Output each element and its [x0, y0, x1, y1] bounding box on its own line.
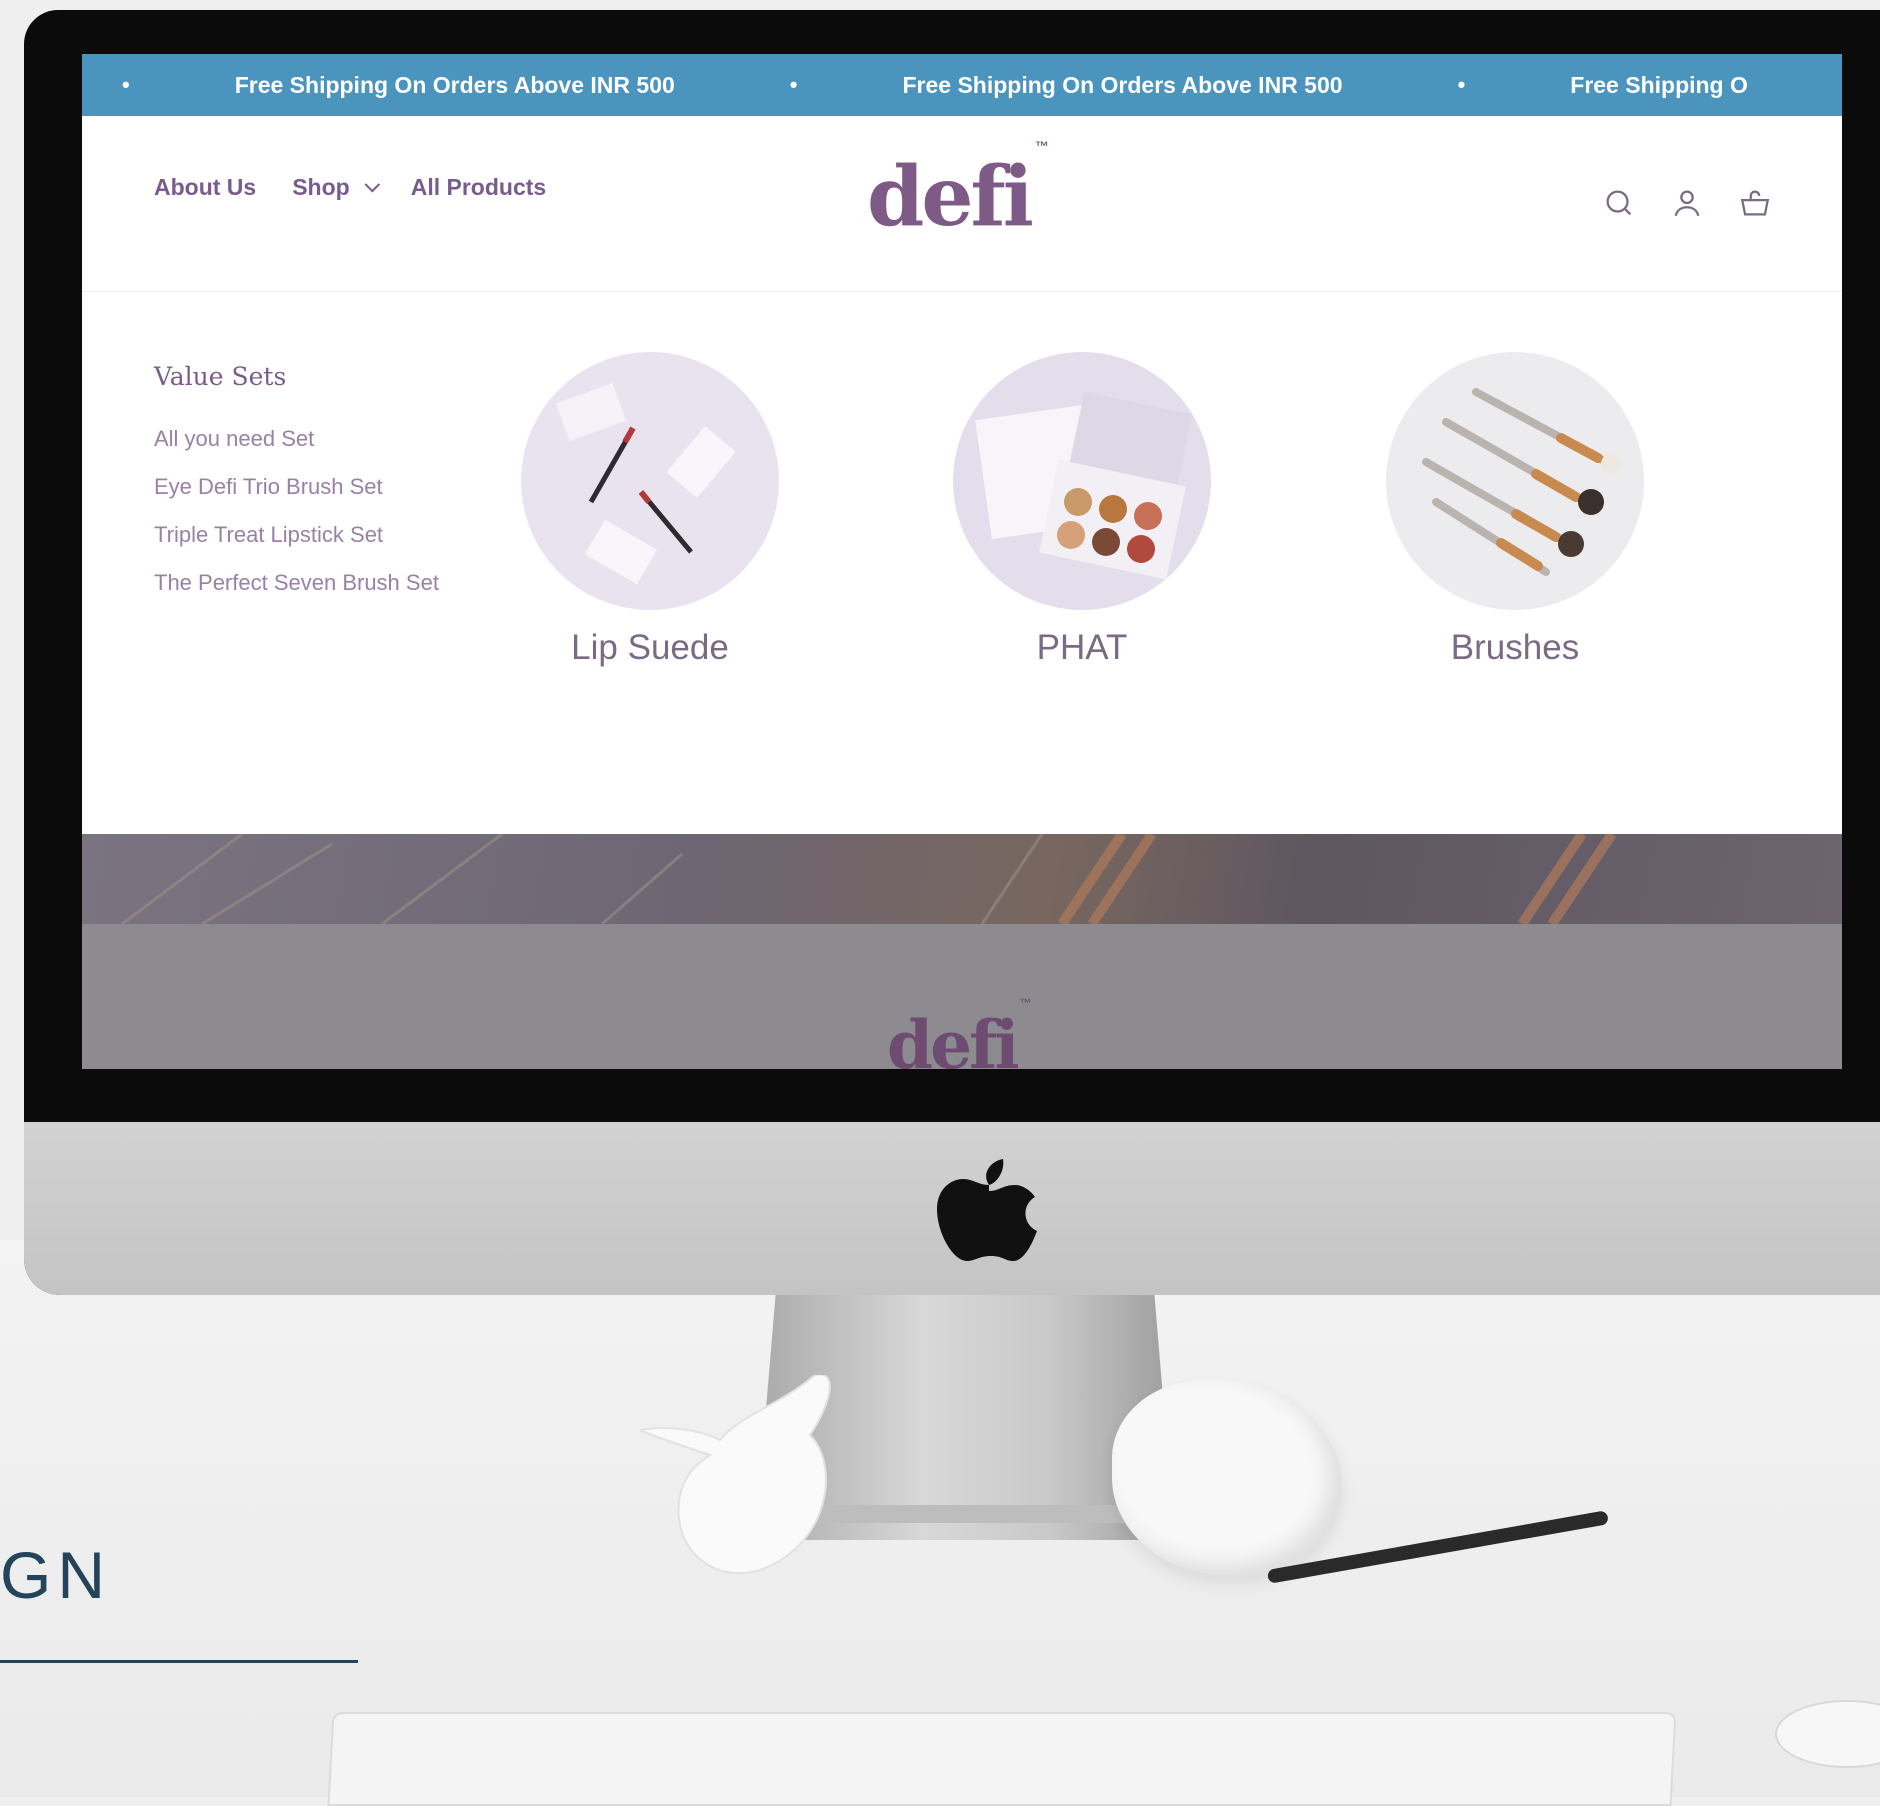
category-label: PHAT — [1036, 628, 1128, 667]
main-nav: About Us Shop All Products — [154, 174, 582, 201]
page-logo: defi™ — [887, 997, 1032, 1069]
nav-all-products[interactable]: All Products — [411, 174, 546, 201]
announcement-message: Free Shipping O — [1570, 71, 1748, 98]
value-set-link[interactable]: Eye Defi Trio Brush Set — [154, 469, 454, 505]
ceramic-bird-figurine — [636, 1373, 870, 1585]
monitor-chin — [24, 1122, 1880, 1295]
category-card-brushes[interactable]: Brushes — [1385, 352, 1645, 668]
cart-icon[interactable] — [1738, 186, 1772, 220]
website-screen: • Free Shipping On Orders Above INR 500 … — [82, 54, 1842, 1069]
value-set-link[interactable]: The Perfect Seven Brush Set — [154, 565, 454, 601]
value-sets-column: Value Sets All you need Set Eye Defi Tri… — [154, 362, 454, 613]
lip-suede-image — [521, 352, 779, 610]
brand-logo[interactable]: defi™ — [867, 139, 1049, 238]
logo-text: defi — [887, 1006, 1020, 1069]
monitor: • Free Shipping On Orders Above INR 500 … — [24, 10, 1880, 1295]
side-caption: GN — [0, 1538, 111, 1612]
chevron-down-icon — [364, 176, 380, 193]
logo-text: defi — [867, 149, 1034, 245]
separator-dot: • — [122, 72, 130, 97]
announcement-message: Free Shipping On Orders Above INR 500 — [902, 71, 1343, 98]
category-card-phat[interactable]: PHAT — [952, 352, 1212, 668]
trademark-mark: ™ — [1019, 996, 1032, 1010]
shop-mega-menu: Value Sets All you need Set Eye Defi Tri… — [82, 292, 1842, 832]
header-icons — [1602, 186, 1772, 220]
search-icon[interactable] — [1602, 186, 1636, 220]
category-label: Brushes — [1450, 628, 1580, 667]
account-icon[interactable] — [1670, 186, 1704, 220]
nav-shop-label: Shop — [292, 174, 350, 200]
brushes-image — [1386, 352, 1644, 610]
announcement-bar: • Free Shipping On Orders Above INR 500 … — [82, 54, 1842, 116]
category-card-lip-suede[interactable]: Lip Suede — [520, 352, 780, 668]
nav-about-us[interactable]: About Us — [154, 174, 256, 201]
caption-underline — [0, 1660, 358, 1663]
site-header: About Us Shop All Products defi™ — [82, 116, 1842, 292]
announcement-message: Free Shipping On Orders Above INR 500 — [234, 71, 675, 98]
value-set-link[interactable]: Triple Treat Lipstick Set — [154, 517, 454, 553]
trademark-mark: ™ — [1034, 137, 1049, 154]
value-sets-title: Value Sets — [154, 362, 287, 391]
apple-logo-icon — [937, 1159, 1037, 1261]
separator-dot: • — [1457, 72, 1466, 97]
nav-shop[interactable]: Shop — [292, 174, 380, 201]
separator-dot: • — [789, 72, 798, 97]
category-label: Lip Suede — [571, 628, 729, 667]
phat-palette-image — [953, 352, 1211, 610]
keyboard — [327, 1712, 1677, 1806]
hero-banner-strip — [82, 834, 1842, 924]
value-set-link[interactable]: All you need Set — [154, 421, 454, 457]
